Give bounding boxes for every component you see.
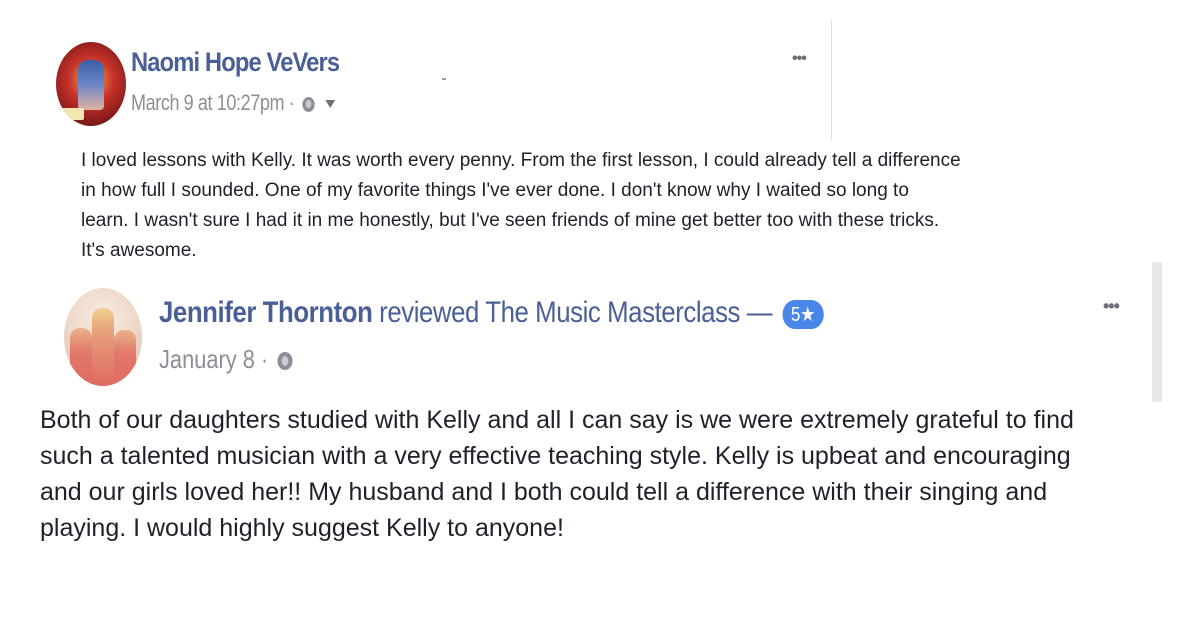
review-post-1: Naomi Hope VeVers March 9 at 10:27pm · •… (0, 0, 961, 270)
timestamp-link[interactable]: March 9 at 10:27pm (131, 90, 284, 115)
avatar-figure (70, 328, 92, 386)
scrollbar[interactable] (1152, 262, 1162, 402)
meta-separator: · (260, 344, 269, 374)
post-body: Both of our daughters studied with Kelly… (40, 406, 1074, 542)
avatar-figure (114, 330, 136, 386)
headline-dash: — (746, 296, 773, 329)
review-action: reviewed (379, 296, 479, 329)
page-link[interactable]: The Music Masterclass (485, 296, 740, 329)
post-meta: March 9 at 10:27pm · (131, 90, 336, 116)
post-meta: January 8 · (159, 344, 293, 375)
more-options-button[interactable]: ••• (1103, 296, 1120, 317)
more-options-button[interactable]: ••• (792, 50, 807, 68)
globe-icon[interactable] (277, 352, 293, 371)
avatar[interactable] (56, 42, 126, 126)
author-name[interactable]: Jennifer Thornton (159, 296, 373, 329)
rating-badge: 5★ (782, 299, 824, 329)
avatar-figure (78, 60, 104, 110)
vertical-divider (831, 20, 832, 140)
avatar-badge (60, 108, 84, 120)
timestamp-link[interactable]: January 8 (159, 344, 255, 374)
avatar-figure (92, 308, 114, 386)
post-body: I loved lessons with Kelly. It was worth… (81, 150, 961, 261)
caret-down-icon[interactable] (325, 100, 336, 109)
globe-icon[interactable] (302, 96, 315, 112)
review-headline: Jennifer Thornton reviewed The Music Mas… (159, 296, 824, 330)
review-post-2: Jennifer Thornton reviewed The Music Mas… (0, 262, 1200, 628)
author-name[interactable]: Naomi Hope VeVers (131, 47, 340, 78)
stray-mark (442, 78, 446, 80)
avatar[interactable] (64, 288, 142, 386)
meta-separator: · (288, 90, 295, 115)
